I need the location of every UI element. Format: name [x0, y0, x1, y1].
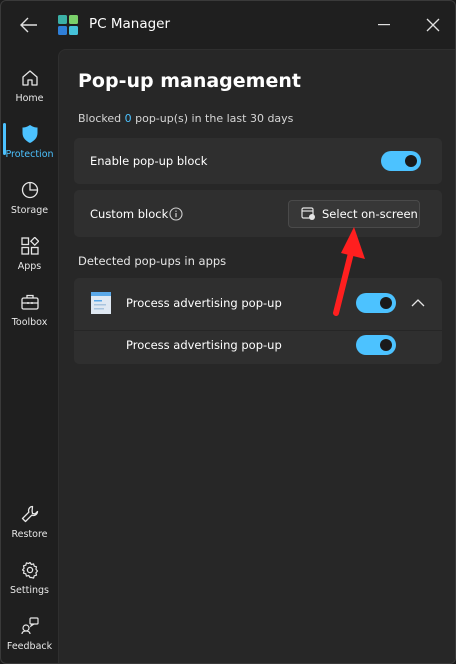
sidebar-item-settings[interactable]: Settings [1, 553, 58, 605]
chevron-up-icon[interactable] [410, 295, 426, 311]
apps-grid-icon [19, 235, 41, 257]
sidebar-item-label: Apps [17, 261, 42, 272]
enable-block-toggle[interactable] [381, 151, 421, 171]
sidebar-item-toolbox[interactable]: Toolbox [1, 285, 58, 337]
toggle-knob [380, 339, 392, 351]
minimize-icon [378, 24, 390, 26]
arrow-left-icon [20, 17, 37, 33]
main-pane: Pop-up management Blocked 0 pop-up(s) in… [58, 49, 455, 663]
minimize-button[interactable] [373, 15, 395, 35]
app-window-icon [91, 292, 111, 314]
sidebar-item-label: Storage [10, 205, 49, 216]
detected-sub-toggle[interactable] [356, 335, 396, 355]
detected-app-card: Process advertising pop-up Process adver… [74, 278, 442, 364]
sidebar-item-label: Protection [5, 149, 54, 160]
detected-popups-heading: Detected pop-ups in apps [78, 254, 227, 268]
annotation-arrow [333, 227, 365, 316]
info-icon[interactable] [169, 207, 183, 221]
sidebar-item-home[interactable]: Home [1, 61, 58, 113]
select-on-screen-label: Select on-screen [322, 207, 418, 221]
close-button[interactable] [422, 14, 444, 36]
blocked-summary: Blocked 0 pop-up(s) in the last 30 days [78, 112, 293, 125]
sidebar-item-label: Settings [10, 585, 49, 596]
gear-icon [19, 559, 41, 581]
custom-block-label: Custom block [90, 207, 169, 221]
divider [74, 330, 442, 331]
custom-block-card: Custom block Select on-screen [74, 190, 442, 237]
sidebar-item-restore[interactable]: Restore [1, 497, 58, 549]
detected-sub-label: Process advertising pop-up [126, 338, 282, 352]
sidebar-item-protection[interactable]: Protection [1, 117, 58, 169]
close-icon [426, 18, 440, 32]
enable-block-label: Enable pop-up block [90, 154, 208, 168]
blocked-suffix: pop-up(s) in the last 30 days [131, 112, 294, 125]
app-title: PC Manager [89, 16, 171, 32]
sidebar-item-storage[interactable]: Storage [1, 173, 58, 225]
pc-manager-window: PC Manager Home Protection Storage Apps … [0, 0, 456, 664]
wrench-icon [19, 503, 41, 525]
sidebar-item-label: Feedback [6, 641, 53, 652]
enable-block-card: Enable pop-up block [74, 138, 442, 184]
sidebar-item-feedback[interactable]: Feedback [1, 609, 58, 661]
title-bar: PC Manager [1, 1, 455, 49]
page-title: Pop-up management [78, 70, 301, 92]
blocked-prefix: Blocked [78, 112, 125, 125]
back-button[interactable] [15, 12, 43, 38]
shield-icon [19, 123, 41, 145]
sidebar-item-label: Home [15, 93, 44, 104]
toolbox-icon [19, 291, 41, 313]
toggle-knob [405, 155, 417, 167]
sidebar-item-apps[interactable]: Apps [1, 229, 58, 281]
home-icon [19, 67, 41, 89]
screen-select-icon [301, 207, 315, 220]
detected-app-label: Process advertising pop-up [126, 296, 282, 310]
feedback-icon [19, 615, 41, 637]
blocked-count: 0 [124, 112, 132, 125]
pie-chart-icon [19, 179, 41, 201]
sidebar: Home Protection Storage Apps Toolbox Res… [1, 49, 58, 663]
sidebar-item-label: Restore [11, 529, 48, 540]
toggle-knob [380, 297, 392, 309]
pc-manager-logo-icon [58, 15, 78, 35]
sidebar-item-label: Toolbox [11, 317, 48, 328]
